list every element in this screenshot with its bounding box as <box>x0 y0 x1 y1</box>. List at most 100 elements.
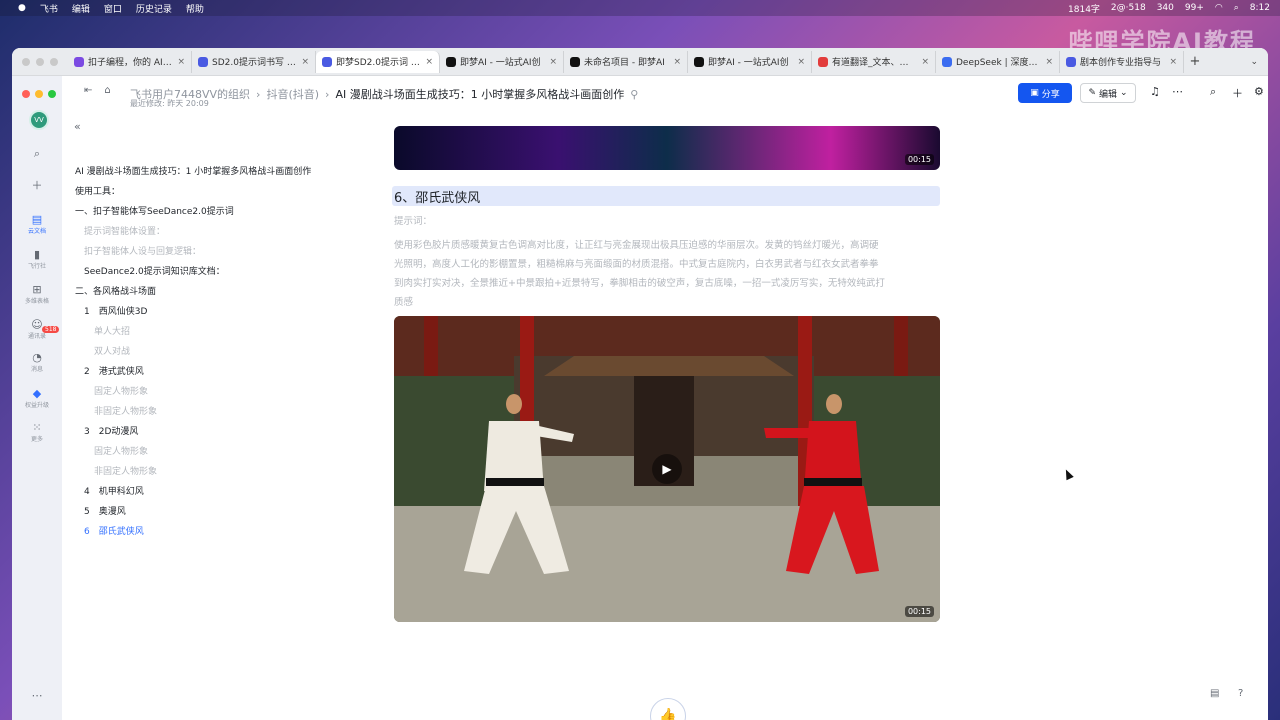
close-tab-icon[interactable]: × <box>425 57 433 67</box>
close-tab-icon[interactable]: × <box>1169 57 1177 67</box>
outline-item[interactable]: 固定人物形象 <box>94 384 148 397</box>
edit-button[interactable]: ✎ 编辑 ⌄ <box>1080 83 1136 103</box>
kungfu-video[interactable]: ▶ 00:15 <box>394 316 940 622</box>
video-duration: 00:15 <box>904 606 934 617</box>
outline-item[interactable]: 二、各风格战斗场面 <box>75 284 156 297</box>
wifi-icon[interactable]: ◠ <box>1215 3 1223 13</box>
pencil-icon: ✎ <box>1088 88 1096 98</box>
browser-tab[interactable]: 未命名项目 - 即梦AI × <box>564 50 688 73</box>
browser-tab[interactable]: 有道翻译_文本、文档 × <box>812 50 936 73</box>
close-tab-icon[interactable]: × <box>921 57 929 67</box>
search-icon[interactable]: ⌕ <box>12 148 62 160</box>
close-tab-icon[interactable]: × <box>673 57 681 67</box>
add-icon[interactable]: ＋ <box>1232 85 1243 101</box>
close-tab-icon[interactable]: × <box>1045 57 1053 67</box>
sidebar-toggle-icon[interactable]: ⇤ <box>84 85 92 96</box>
close-tab-icon[interactable]: × <box>797 57 805 67</box>
close-tab-icon[interactable]: × <box>549 57 557 67</box>
rail-flying[interactable]: ▮ 飞行社 <box>12 249 62 271</box>
chevron-down-icon: ⌄ <box>1120 88 1128 98</box>
browser-tab[interactable]: DeepSeek | 深度求索 × <box>936 50 1060 73</box>
bell-icon[interactable]: ♫ <box>1150 85 1160 98</box>
share-button[interactable]: ▣ 分享 <box>1018 83 1072 103</box>
crumb-folder[interactable]: 抖音(抖音) <box>266 86 319 102</box>
tab-label: 即梦AI - 一站式AI创 <box>460 58 541 68</box>
tab-list-chevron-icon[interactable]: ⌄ <box>1250 57 1258 67</box>
table-icon: ⊞ <box>32 283 42 296</box>
outline-item[interactable]: 双人对战 <box>94 344 130 357</box>
tab-label: 即梦AI - 一站式AI创 <box>708 58 789 68</box>
outline-item[interactable]: 3 2D动漫风 <box>84 424 138 437</box>
play-icon[interactable]: ▶ <box>652 454 682 484</box>
menu-edit[interactable]: 编辑 <box>72 2 90 15</box>
more-dots-icon[interactable]: ⋯ <box>12 690 62 702</box>
help-icon[interactable]: ? <box>1238 688 1243 699</box>
minimize-window-icon[interactable] <box>36 57 44 66</box>
chat-status[interactable]: 340 <box>1157 3 1174 13</box>
clock: 8:12 <box>1249 3 1270 13</box>
outline-item[interactable]: 1 西风仙侠3D <box>84 304 147 317</box>
zoom-window-icon[interactable] <box>50 57 58 66</box>
create-icon[interactable]: ＋ <box>12 180 62 192</box>
browser-tab[interactable]: SD2.0提示词书写 - 飞 × <box>192 50 316 73</box>
rail-upgrade[interactable]: ◆ 权益升级 <box>12 388 62 410</box>
collapse-outline-icon[interactable]: « <box>74 120 81 133</box>
wechat-status[interactable]: 99+ <box>1185 3 1204 13</box>
outline-item[interactable]: 非固定人物形象 <box>94 464 157 477</box>
prompt-label: 提示词： <box>394 216 433 227</box>
minimize-icon[interactable] <box>35 90 43 98</box>
favicon-icon <box>1066 56 1076 67</box>
menu-window[interactable]: 窗口 <box>104 2 122 15</box>
close-tab-icon[interactable]: × <box>177 57 185 67</box>
outline-item[interactable]: 一、扣子智能体写SeeDance2.0提示词 <box>75 204 234 217</box>
close-tab-icon[interactable]: × <box>301 57 309 67</box>
browser-tab[interactable]: 扣子编程，你的 AI 开 × <box>68 50 192 73</box>
outline-item[interactable]: 扣子智能体人设与回复逻辑： <box>84 244 201 257</box>
new-tab-button[interactable]: + <box>1184 54 1206 69</box>
tab-label: DeepSeek | 深度求索 <box>956 58 1042 68</box>
apple-icon[interactable]: ● <box>18 3 26 13</box>
rail-docs[interactable]: ▤ 云文档 <box>12 213 62 236</box>
search-icon[interactable]: ⌕ <box>1210 85 1216 99</box>
fullscreen-icon[interactable] <box>48 90 56 98</box>
rail-messages[interactable]: ◔ 消息 <box>12 352 62 374</box>
outline-item[interactable]: 6 邵氏武侠风 <box>84 524 144 537</box>
close-icon[interactable] <box>22 90 30 98</box>
rail-more[interactable]: ⁙ 更多 <box>12 422 62 444</box>
outline-item[interactable]: 使用工具： <box>75 184 120 197</box>
last-modified: 最近修改: 昨天 20:09 <box>130 99 209 108</box>
doc-icon: ▤ <box>31 213 43 226</box>
settings-icon[interactable]: ⚙ <box>1254 85 1264 98</box>
outline-item[interactable]: 非固定人物形象 <box>94 404 157 417</box>
crumb-title[interactable]: AI 漫剧战斗场面生成技巧：1 小时掌握多风格战斗画面创作 <box>335 86 624 102</box>
outline-item[interactable]: 固定人物形象 <box>94 444 148 457</box>
thumbs-up-icon: 👍 <box>659 708 677 720</box>
more-icon[interactable]: ⋯ <box>1172 85 1183 98</box>
outline-item[interactable]: 提示词智能体设置： <box>84 224 165 237</box>
home-icon[interactable]: ⌂ <box>104 85 110 96</box>
browser-tab[interactable]: 剧本创作专业指导与 × <box>1060 50 1184 73</box>
close-window-icon[interactable] <box>22 57 30 66</box>
outline-item[interactable]: 单人大招 <box>94 324 130 337</box>
doc-info-icon[interactable]: ▤ <box>1210 688 1219 699</box>
pin-icon[interactable]: ⚲ <box>630 88 638 101</box>
top-video[interactable]: 00:15 <box>394 126 940 170</box>
outline-item[interactable]: AI 漫剧战斗场面生成技巧：1 小时掌握多风格战斗画面创作 <box>75 164 311 177</box>
like-button[interactable]: 👍 <box>650 698 686 720</box>
avatar[interactable]: VV <box>29 110 49 130</box>
tab-label: 未命名项目 - 即梦AI <box>584 58 665 68</box>
menu-history[interactable]: 历史记录 <box>136 2 172 15</box>
window-controls <box>12 57 68 66</box>
browser-tab[interactable]: 即梦AI - 一站式AI创 × <box>440 50 564 73</box>
browser-tab[interactable]: 即梦AI - 一站式AI创 × <box>688 50 812 73</box>
outline-item[interactable]: 4 机甲科幻风 <box>84 484 144 497</box>
browser-tab[interactable]: 即梦SD2.0提示词 - 飞 × <box>316 50 440 73</box>
rail-bitable[interactable]: ⊞ 多维表格 <box>12 283 62 306</box>
menu-feishu[interactable]: 飞书 <box>40 2 58 15</box>
messages-status[interactable]: 2@·518 <box>1111 3 1146 13</box>
menu-help[interactable]: 帮助 <box>186 2 204 15</box>
outline-item[interactable]: 2 港式武侠风 <box>84 364 144 377</box>
outline-item[interactable]: 5 奥漫风 <box>84 504 126 517</box>
outline-item[interactable]: SeeDance2.0提示词知识库文档： <box>84 264 225 277</box>
search-icon[interactable]: ⌕ <box>1234 3 1239 13</box>
